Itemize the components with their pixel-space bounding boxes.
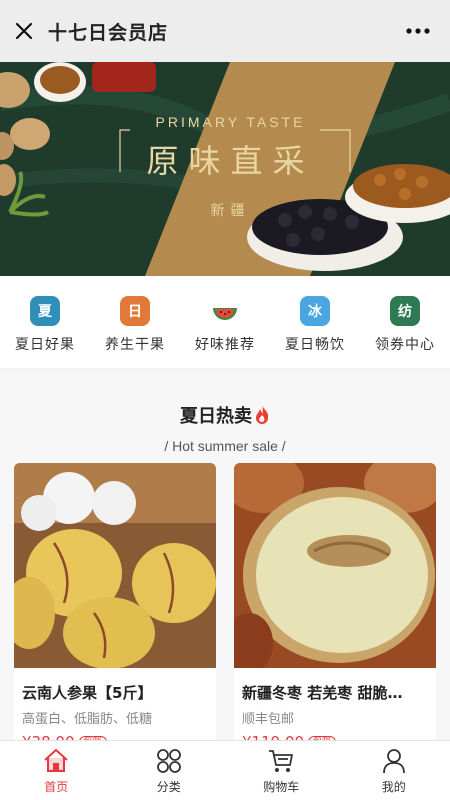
category-nav: 夏 夏日好果 日 养生干果 好味推荐 冰 夏日畅饮 纺 领券中心 bbox=[0, 276, 450, 368]
promo-banner[interactable]: PRIMARY TASTE 原味直采 新疆 bbox=[0, 62, 450, 276]
nav-item-drinks[interactable]: 冰 夏日畅饮 bbox=[272, 296, 358, 368]
nav-item-label: 领券中心 bbox=[375, 337, 435, 353]
nav-item-label: 夏日好果 bbox=[15, 337, 75, 353]
more-icon bbox=[406, 28, 430, 34]
banner-headline: 原味直采 bbox=[146, 142, 315, 180]
tab-label: 分类 bbox=[156, 780, 181, 794]
page-title: 十七日会员店 bbox=[48, 21, 169, 44]
product-card[interactable]: 新疆冬枣 若羌枣 甜脆… 顺丰包邮 ¥119.00 包邮 bbox=[234, 463, 436, 753]
close-icon bbox=[15, 22, 33, 40]
product-desc: 高蛋白、低脂肪、低糖 bbox=[22, 712, 153, 727]
bottom-tab-bar: 首页 分类 购物车 我的 bbox=[0, 740, 450, 800]
banner-subtitle: PRIMARY TASTE bbox=[155, 114, 306, 130]
tab-label: 首页 bbox=[44, 780, 69, 794]
hot-sale-section: 夏日热卖 / Hot summer sale / 云南人参果【5斤】 高蛋白、低… bbox=[0, 375, 450, 753]
tab-cart[interactable]: 购物车 bbox=[225, 741, 338, 800]
product-name: 新疆冬枣 若羌枣 甜脆… bbox=[242, 684, 403, 702]
user-icon bbox=[382, 749, 405, 774]
coupon-badge-icon: 纺 bbox=[390, 296, 420, 326]
category-icon bbox=[156, 749, 181, 773]
tab-category[interactable]: 分类 bbox=[113, 741, 226, 800]
fire-icon bbox=[256, 406, 269, 424]
tab-profile[interactable]: 我的 bbox=[338, 741, 450, 800]
product-image-pepino[interactable] bbox=[14, 463, 216, 668]
nav-item-label: 夏日畅饮 bbox=[285, 337, 345, 353]
home-icon bbox=[44, 749, 68, 772]
banner-text: PRIMARY TASTE 原味直采 新疆 bbox=[108, 114, 353, 220]
drink-badge-icon: 冰 bbox=[300, 296, 330, 326]
nav-item-label: 养生干果 bbox=[105, 337, 165, 353]
banner-region: 新疆 bbox=[210, 203, 251, 219]
section-subtitle: / Hot summer sale / bbox=[164, 438, 286, 454]
nav-item-recommend[interactable]: 好味推荐 bbox=[182, 296, 268, 368]
nuts-badge-icon: 日 bbox=[120, 296, 150, 326]
tab-home[interactable]: 首页 bbox=[0, 741, 113, 800]
watermelon-icon bbox=[210, 296, 240, 326]
product-card[interactable]: 云南人参果【5斤】 高蛋白、低脂肪、低糖 ¥38.00 包邮 bbox=[14, 463, 216, 753]
close-button[interactable] bbox=[2, 0, 46, 62]
app-header: 十七日会员店 bbox=[0, 0, 450, 62]
section-title: 夏日热卖 bbox=[0, 402, 450, 428]
nav-item-dried-nuts[interactable]: 日 养生干果 bbox=[92, 296, 178, 368]
product-image-jujube[interactable] bbox=[234, 463, 436, 668]
product-name: 云南人参果【5斤】 bbox=[22, 684, 153, 702]
fruit-badge-icon: 夏 bbox=[30, 296, 60, 326]
cart-icon bbox=[269, 750, 294, 772]
nav-item-coupons[interactable]: 纺 领券中心 bbox=[362, 296, 448, 368]
nav-item-summer-fruit[interactable]: 夏 夏日好果 bbox=[2, 296, 88, 368]
tab-label: 购物车 bbox=[263, 780, 300, 794]
nav-item-label: 好味推荐 bbox=[195, 337, 255, 353]
product-desc: 顺丰包邮 bbox=[242, 712, 295, 727]
more-button[interactable] bbox=[398, 18, 438, 44]
section-title-text: 夏日热卖 bbox=[180, 406, 252, 427]
product-list: 云南人参果【5斤】 高蛋白、低脂肪、低糖 ¥38.00 包邮 bbox=[14, 463, 436, 753]
tab-label: 我的 bbox=[381, 780, 406, 794]
